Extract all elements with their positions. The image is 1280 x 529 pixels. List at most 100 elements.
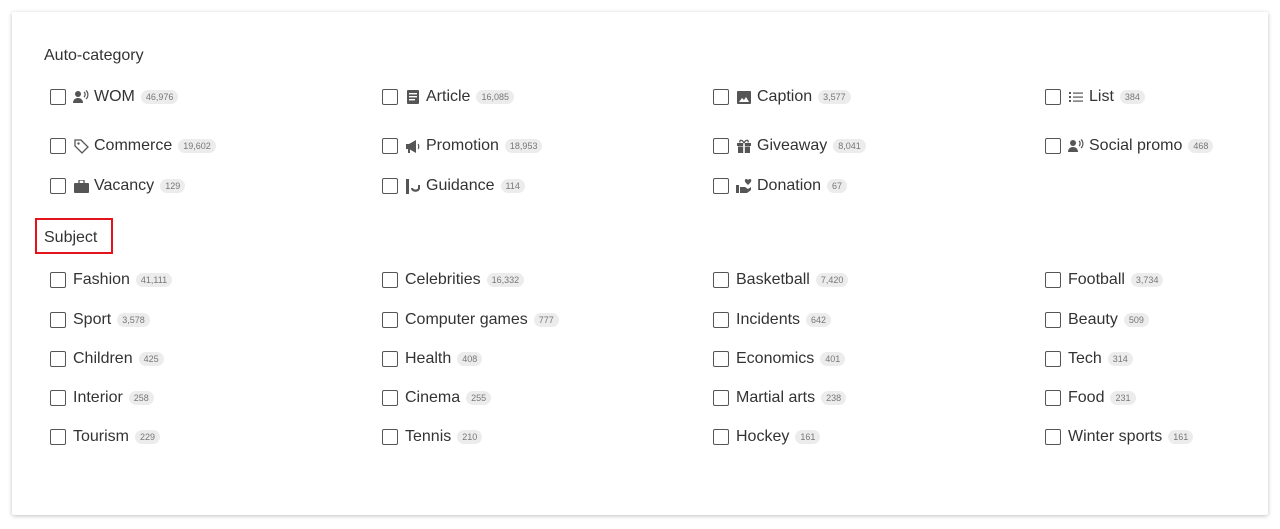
count-badge: 8,041 <box>833 139 866 153</box>
count-badge: 19,602 <box>178 139 216 153</box>
auto-checkbox-guidance[interactable] <box>382 178 398 194</box>
option-label: Vacancy <box>94 177 155 194</box>
subject-checkbox-beauty[interactable] <box>1045 312 1061 328</box>
subject-option-health[interactable]: Health 408 <box>382 348 483 370</box>
auto-checkbox-list[interactable] <box>1045 89 1061 105</box>
option-label: Martial arts <box>736 389 816 406</box>
auto-checkbox-article[interactable] <box>382 89 398 105</box>
auto-checkbox-commerce[interactable] <box>50 138 66 154</box>
subject-checkbox-martial-arts[interactable] <box>713 390 729 406</box>
count-badge: 16,332 <box>486 273 525 287</box>
auto-checkbox-wom[interactable] <box>50 89 66 105</box>
subject-option-food[interactable]: Food 231 <box>1045 387 1136 409</box>
option-label: Promotion <box>426 137 499 154</box>
subject-checkbox-interior[interactable] <box>50 390 66 406</box>
subject-checkbox-cinema[interactable] <box>382 390 398 406</box>
count-badge: 238 <box>821 391 847 405</box>
option-label: Interior <box>73 389 123 406</box>
subject-option-children[interactable]: Children 425 <box>50 348 164 370</box>
subject-option-interior[interactable]: Interior 258 <box>50 387 154 409</box>
subject-checkbox-tennis[interactable] <box>382 429 398 445</box>
subject-option-fashion[interactable]: Fashion 41,111 <box>50 269 173 291</box>
subject-checkbox-economics[interactable] <box>713 351 729 367</box>
subject-option-cinema[interactable]: Cinema 255 <box>382 387 492 409</box>
auto-checkbox-donation[interactable] <box>713 178 729 194</box>
auto-option-giveaway[interactable]: Giveaway 8,041 <box>713 135 866 157</box>
count-badge: 18,953 <box>504 139 543 153</box>
guidance-icon <box>405 178 421 194</box>
subject-option-hockey[interactable]: Hockey 161 <box>713 426 821 448</box>
option-label: Hockey <box>736 428 790 445</box>
subject-checkbox-children[interactable] <box>50 351 66 367</box>
subject-checkbox-fashion[interactable] <box>50 272 66 288</box>
subject-option-economics[interactable]: Economics 401 <box>713 348 846 370</box>
count-badge: 384 <box>1119 90 1145 104</box>
count-badge: 401 <box>820 352 846 366</box>
subject-checkbox-computer-games[interactable] <box>382 312 398 328</box>
subject-checkbox-health[interactable] <box>382 351 398 367</box>
subject-checkbox-basketball[interactable] <box>713 272 729 288</box>
donation-icon <box>736 178 752 194</box>
subject-option-computer-games[interactable]: Computer games 777 <box>382 309 559 331</box>
count-badge: 509 <box>1123 313 1149 327</box>
auto-checkbox-caption[interactable] <box>713 89 729 105</box>
option-label: Tech <box>1068 350 1102 367</box>
subject-option-martial-arts[interactable]: Martial arts 238 <box>713 387 847 409</box>
megaphone-icon <box>405 138 421 154</box>
subject-option-winter-sports[interactable]: Winter sports 161 <box>1045 426 1194 448</box>
subject-checkbox-sport[interactable] <box>50 312 66 328</box>
option-label: Basketball <box>736 271 810 288</box>
subject-option-tourism[interactable]: Tourism 229 <box>50 426 161 448</box>
option-label: Donation <box>757 177 822 194</box>
option-label: Children <box>73 350 133 367</box>
count-badge: 258 <box>128 391 154 405</box>
auto-option-article[interactable]: Article 16,085 <box>382 86 514 108</box>
subject-option-beauty[interactable]: Beauty 509 <box>1045 309 1149 331</box>
subject-checkbox-football[interactable] <box>1045 272 1061 288</box>
subject-option-basketball[interactable]: Basketball 7,420 <box>713 269 849 291</box>
auto-option-wom[interactable]: WOM 46,976 <box>50 86 179 108</box>
subject-checkbox-tech[interactable] <box>1045 351 1061 367</box>
subject-option-incidents[interactable]: Incidents 642 <box>713 309 832 331</box>
subject-option-sport[interactable]: Sport 3,578 <box>50 309 150 331</box>
auto-option-donation[interactable]: Donation 67 <box>713 175 848 197</box>
subject-option-tech[interactable]: Tech 314 <box>1045 348 1133 370</box>
auto-option-vacancy[interactable]: Vacancy 129 <box>50 175 186 197</box>
subject-option-tennis[interactable]: Tennis 210 <box>382 426 483 448</box>
count-badge: 161 <box>1168 430 1194 444</box>
subject-checkbox-hockey[interactable] <box>713 429 729 445</box>
subject-checkbox-winter-sports[interactable] <box>1045 429 1061 445</box>
auto-checkbox-social-promo[interactable] <box>1045 138 1061 154</box>
option-label: Tourism <box>73 428 130 445</box>
auto-option-promotion[interactable]: Promotion 18,953 <box>382 135 543 157</box>
count-badge: 46,976 <box>140 90 179 104</box>
auto-option-social-promo[interactable]: Social promo 468 <box>1045 135 1214 157</box>
subject-option-celebrities[interactable]: Celebrities 16,332 <box>382 269 525 291</box>
count-badge: 3,578 <box>117 313 150 327</box>
auto-checkbox-vacancy[interactable] <box>50 178 66 194</box>
subject-checkbox-food[interactable] <box>1045 390 1061 406</box>
option-label: Caption <box>757 88 813 105</box>
auto-option-caption[interactable]: Caption 3,577 <box>713 86 851 108</box>
auto-option-guidance[interactable]: Guidance 114 <box>382 175 525 197</box>
auto-checkbox-giveaway[interactable] <box>713 138 729 154</box>
option-label: WOM <box>94 88 135 105</box>
option-label: Computer games <box>405 311 528 328</box>
auto-option-commerce[interactable]: Commerce 19,602 <box>50 135 216 157</box>
subject-checkbox-celebrities[interactable] <box>382 272 398 288</box>
option-label: Article <box>426 88 471 105</box>
auto-category-title: Auto-category <box>44 47 144 64</box>
social-voice-icon <box>1068 138 1084 154</box>
filter-panel: Auto-category WOM 46,976 Article 16,085 Capt… <box>12 12 1268 515</box>
auto-option-list[interactable]: List 384 <box>1045 86 1145 108</box>
count-badge: 41,111 <box>135 273 173 287</box>
subject-checkbox-tourism[interactable] <box>50 429 66 445</box>
option-label: Celebrities <box>405 271 481 288</box>
auto-checkbox-promotion[interactable] <box>382 138 398 154</box>
briefcase-icon <box>73 178 89 194</box>
option-label: Fashion <box>73 271 130 288</box>
count-badge: 3,577 <box>818 90 851 104</box>
subject-checkbox-incidents[interactable] <box>713 312 729 328</box>
subject-option-football[interactable]: Football 3,734 <box>1045 269 1164 291</box>
option-label: Economics <box>736 350 815 367</box>
